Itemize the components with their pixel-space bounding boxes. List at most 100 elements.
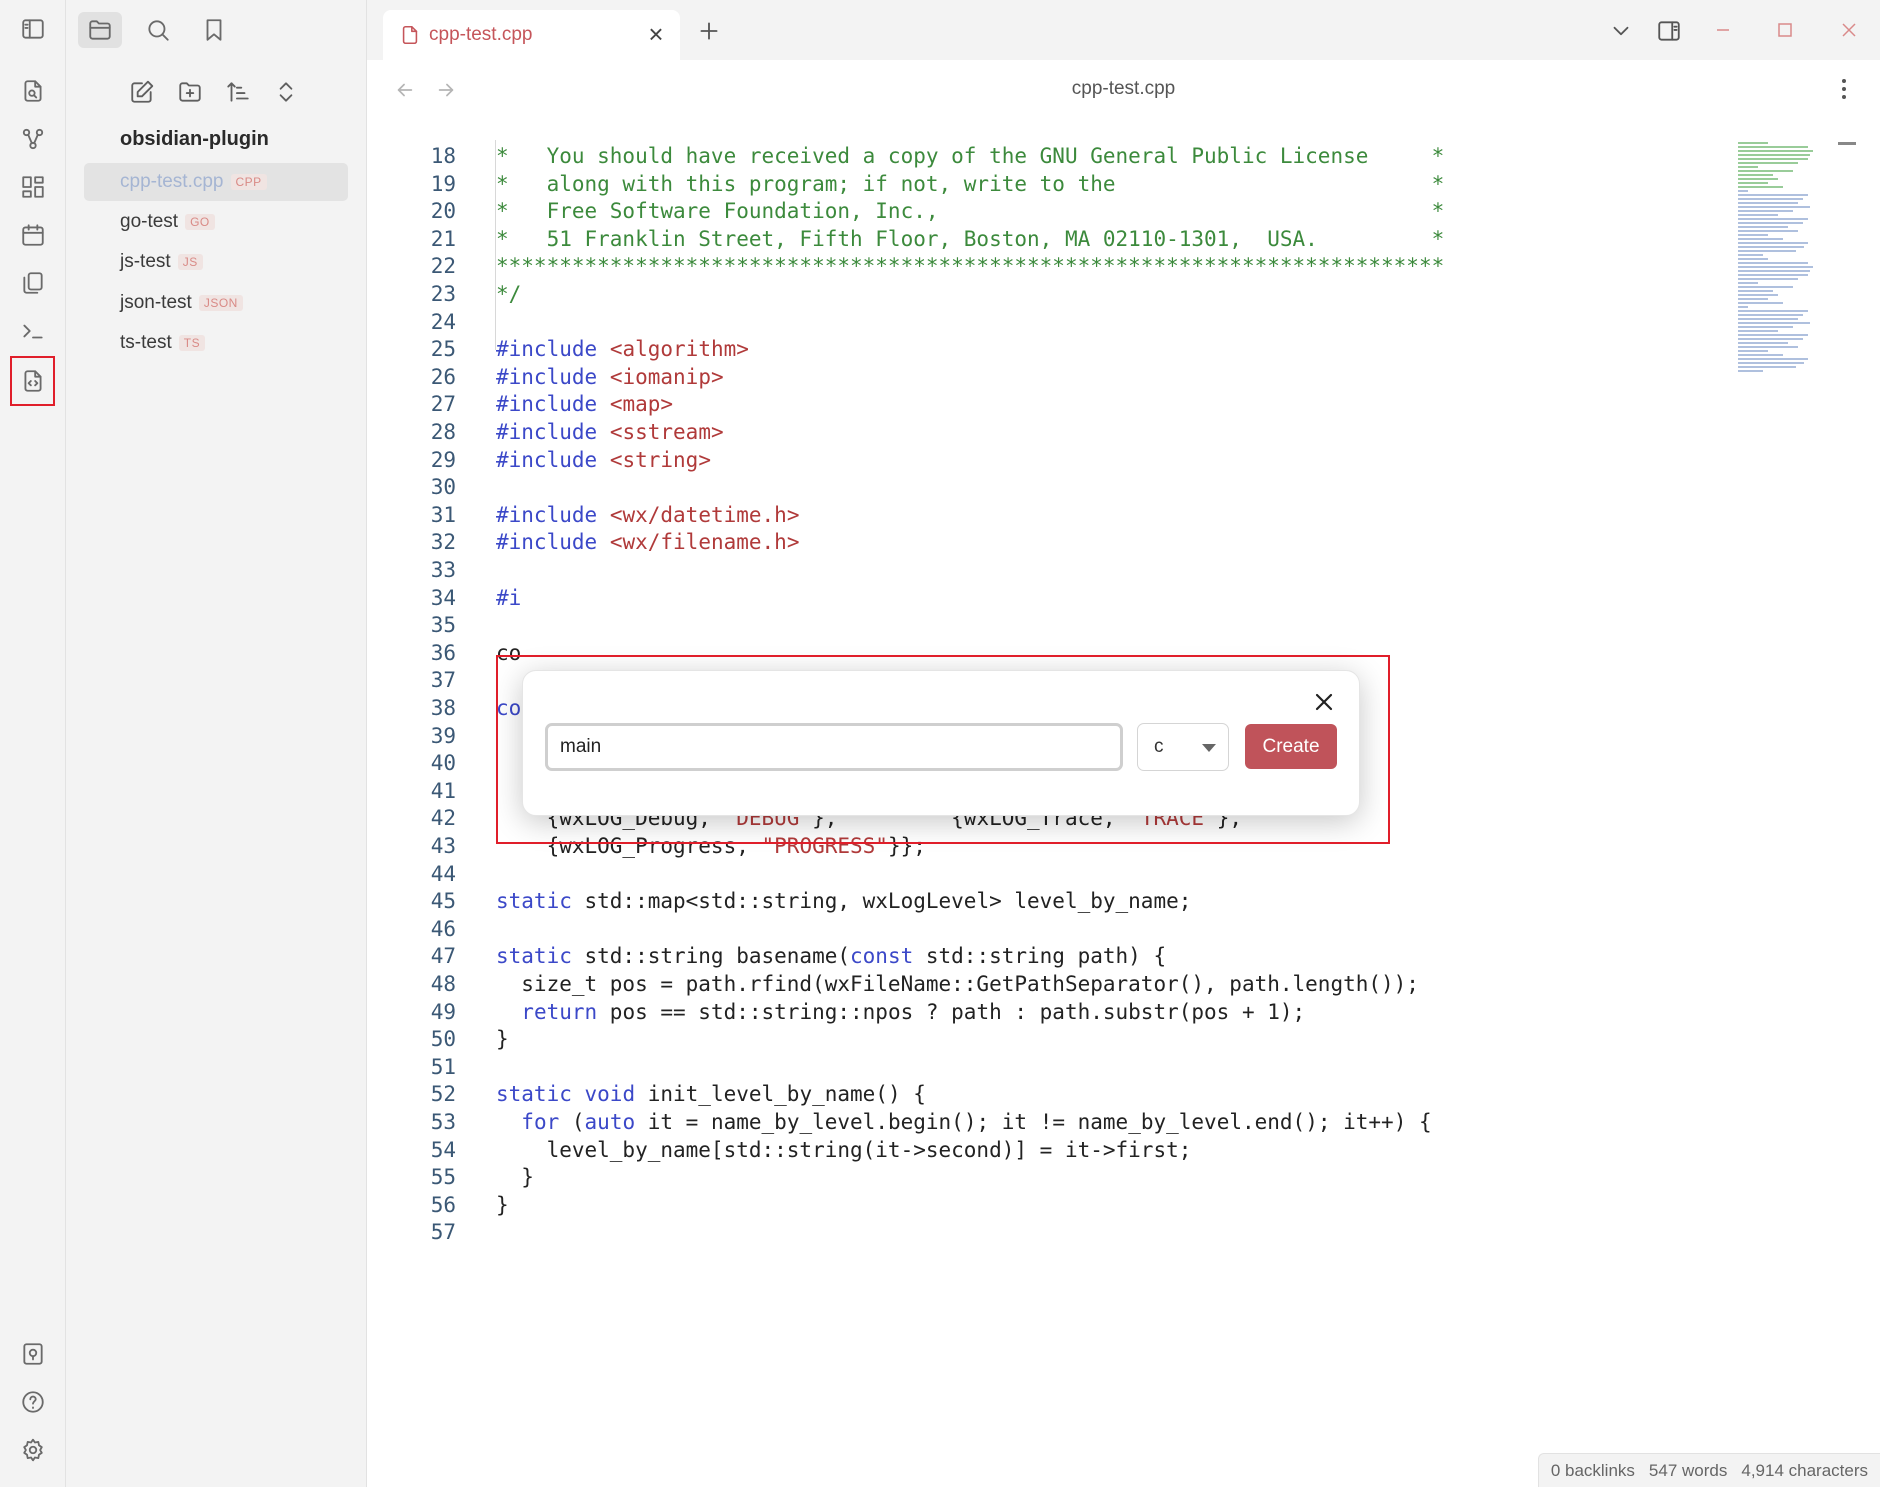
file-extension-badge: JS [177, 254, 203, 270]
calendar-icon[interactable] [16, 218, 50, 252]
open-quick-switcher-icon[interactable] [16, 74, 50, 108]
minimap-line [1738, 278, 1798, 280]
file-item-json-test[interactable]: json-test JSON [84, 284, 348, 322]
minimap-line [1738, 326, 1793, 328]
expand-collapse-icon[interactable] [268, 74, 304, 110]
close-window-icon[interactable] [1829, 14, 1869, 46]
minimap-line [1738, 186, 1783, 188]
character-count: 4,914 characters [1741, 1460, 1868, 1480]
vault-name[interactable]: obsidian-plugin [120, 128, 269, 151]
minimap-line [1738, 342, 1788, 344]
toggle-right-sidebar-icon[interactable] [1653, 15, 1685, 47]
minimap-line [1738, 358, 1808, 360]
code-text: static std::map<std::string, wxLogLevel>… [496, 889, 1192, 914]
toggle-sidebar-icon[interactable] [16, 12, 50, 46]
minimap-line [1738, 150, 1813, 152]
status-bar: 0 backlinks 547 words 4,914 characters [1537, 1453, 1880, 1487]
minimize-window-icon[interactable] [1703, 14, 1743, 46]
bookmark-icon[interactable] [192, 12, 236, 48]
word-count: 547 words [1648, 1460, 1728, 1480]
search-icon[interactable] [136, 12, 180, 48]
minimap-line [1738, 354, 1783, 356]
tab-list-chevron-down-icon[interactable] [1605, 15, 1637, 47]
minimap-line [1738, 370, 1763, 372]
templates-icon[interactable] [16, 266, 50, 300]
code-text: level_by_name[std::string(it->second)] =… [496, 1137, 1192, 1162]
minimap-line [1738, 282, 1758, 284]
file-explorer-sidebar: obsidian-plugin cpp-test.cpp CPP go-test… [66, 0, 367, 1487]
minimap-line [1738, 258, 1768, 260]
minimap-scroll-indicator[interactable] [1838, 142, 1856, 145]
minimap-line [1738, 242, 1808, 244]
tab-title: cpp-test.cpp [429, 24, 533, 45]
minimap-line [1738, 346, 1798, 348]
code-text: */ [496, 282, 522, 306]
minimap-line [1738, 366, 1796, 368]
new-tab-plus-icon[interactable] [693, 15, 725, 47]
new-note-icon[interactable] [124, 74, 160, 110]
minimap-line [1738, 334, 1808, 336]
tab-close-icon[interactable]: × [644, 21, 668, 47]
code-text: ****************************************… [496, 254, 1445, 279]
minimap-line [1738, 158, 1808, 160]
open-vault-icon[interactable] [16, 1337, 50, 1371]
sort-order-icon[interactable] [220, 74, 256, 110]
highlight-box-ribbon [10, 356, 55, 406]
new-folder-icon[interactable] [172, 74, 208, 110]
canvas-icon[interactable] [16, 170, 50, 204]
backlinks-count[interactable]: 0 backlinks [1551, 1461, 1635, 1481]
highlight-box-dialog [496, 655, 1390, 844]
minimap-line [1738, 290, 1773, 292]
file-name: cpp-test.cpp [120, 171, 224, 192]
files-folder-icon[interactable] [78, 12, 122, 48]
code-text: #include <string> [496, 447, 711, 472]
file-name: go-test [120, 211, 179, 232]
minimap-line [1738, 330, 1778, 332]
minimap-line [1738, 262, 1808, 264]
view-header-title[interactable]: cpp-test.cpp [367, 78, 1880, 100]
maximize-window-icon[interactable] [1765, 14, 1805, 46]
minimap-line [1738, 362, 1804, 364]
minimap-line [1738, 142, 1768, 144]
file-name: json-test [120, 292, 192, 313]
minimap-line [1738, 222, 1803, 224]
minimap-line [1738, 306, 1748, 308]
minimap-line [1738, 146, 1808, 148]
file-item-go-test[interactable]: go-test GO [84, 203, 348, 241]
file-extension-badge: JSON [198, 295, 243, 311]
minimap-line [1738, 174, 1773, 176]
minimap-line [1738, 198, 1803, 200]
code-text: #i [496, 585, 522, 610]
terminal-icon[interactable] [16, 314, 50, 348]
file-item-ts-test[interactable]: ts-test TS [84, 324, 348, 362]
minimap-line [1738, 190, 1748, 192]
more-options-icon[interactable] [1832, 74, 1856, 104]
minimap-line [1738, 302, 1783, 304]
minimap-line [1738, 246, 1804, 248]
graph-view-icon[interactable] [16, 122, 50, 156]
minimap-line [1738, 314, 1803, 316]
minimap-line [1738, 350, 1768, 352]
code-text: } [496, 1192, 509, 1217]
file-extension-badge: GO [185, 214, 215, 230]
code-minimap[interactable] [1738, 142, 1818, 422]
file-name: js-test [120, 251, 171, 272]
minimap-line [1738, 202, 1798, 204]
minimap-line [1738, 214, 1778, 216]
code-text: return pos == std::string::npos ? path :… [521, 999, 1306, 1024]
minimap-line [1738, 210, 1793, 212]
file-item-cpp-test[interactable]: cpp-test.cpp CPP [84, 163, 348, 201]
file-item-js-test[interactable]: js-test JS [84, 243, 348, 281]
minimap-line [1738, 250, 1796, 252]
minimap-line [1738, 218, 1808, 220]
file-name: ts-test [120, 332, 172, 353]
help-icon[interactable] [16, 1385, 50, 1419]
minimap-line [1738, 230, 1798, 232]
minimap-line [1738, 154, 1810, 156]
minimap-line [1738, 298, 1768, 300]
tab-cpp-test[interactable]: cpp-test.cpp × [383, 10, 680, 60]
left-ribbon [0, 0, 66, 1487]
minimap-line [1738, 286, 1793, 288]
settings-gear-icon[interactable] [16, 1433, 50, 1467]
minimap-line [1738, 294, 1778, 296]
